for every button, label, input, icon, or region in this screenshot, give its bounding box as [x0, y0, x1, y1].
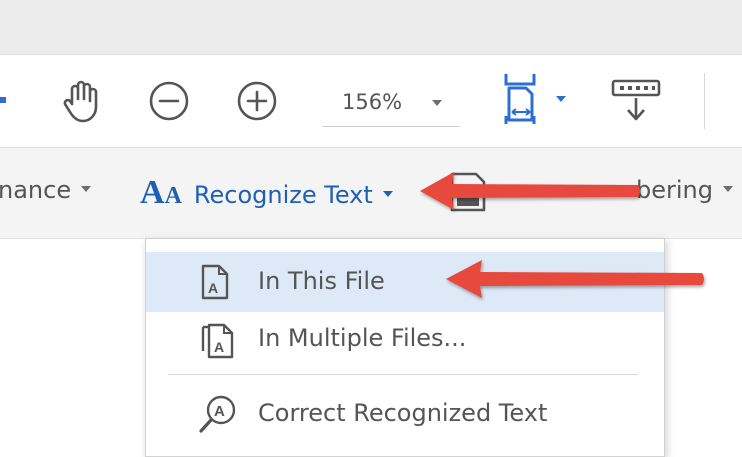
svg-text:A: A: [214, 339, 224, 355]
title-bar: [0, 0, 742, 55]
read-mode-icon[interactable]: [610, 78, 664, 124]
menu-divider: [168, 374, 638, 375]
correct-text-magnifier-icon: A: [199, 395, 236, 433]
multiple-files-text-icon: A: [201, 323, 234, 359]
aa-text-icon: AA: [140, 174, 182, 211]
zoom-out-icon[interactable]: [148, 80, 190, 122]
toolbar-edge-marker: [0, 97, 6, 103]
annotation-arrow-in-this-file: [446, 260, 704, 298]
enhance-label: nance: [0, 176, 72, 204]
zoom-value: 156%: [342, 90, 403, 114]
chevron-down-icon: [382, 191, 393, 197]
menu-item-in-multiple-files[interactable]: A In Multiple Files...: [146, 309, 664, 369]
menu-item-correct-recognized-text[interactable]: A Correct Recognized Text: [146, 384, 664, 444]
chevron-down-icon: [722, 186, 733, 192]
single-file-text-icon: A: [201, 264, 229, 300]
zoom-in-icon[interactable]: [236, 80, 278, 122]
hand-icon[interactable]: [60, 79, 104, 123]
menu-label: Correct Recognized Text: [258, 399, 548, 427]
svg-text:A: A: [214, 403, 225, 420]
bates-numbering-menu[interactable]: bering: [636, 176, 733, 204]
chevron-down-icon: [81, 186, 92, 192]
menu-label: In This File: [258, 267, 385, 295]
annotation-arrow-recognize: [420, 172, 640, 210]
zoom-dropdown[interactable]: 156%: [322, 78, 460, 127]
svg-text:A: A: [208, 280, 218, 296]
chevron-down-icon: [432, 100, 442, 106]
menu-label: In Multiple Files...: [258, 324, 467, 352]
page-display-icon[interactable]: [500, 72, 572, 128]
bates-label: bering: [636, 176, 713, 204]
recognize-text-menu[interactable]: AA Recognize Text: [140, 174, 393, 212]
recognize-label: Recognize Text: [193, 181, 373, 209]
toolbar-separator: [704, 73, 705, 129]
enhance-scans-menu[interactable]: nance: [0, 176, 92, 204]
